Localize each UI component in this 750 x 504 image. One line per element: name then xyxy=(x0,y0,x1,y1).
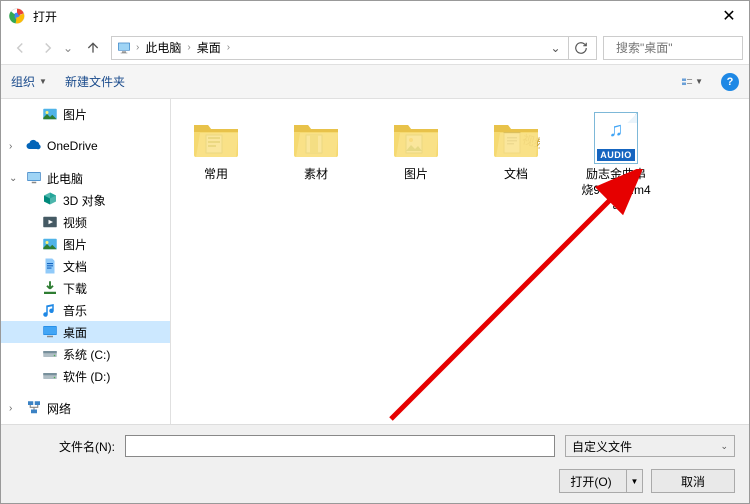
tree-item-label: 网络 xyxy=(47,400,71,417)
tree-item-label: 此电脑 xyxy=(47,170,83,187)
tree-item-label: 3D 对象 xyxy=(63,192,106,209)
tree-item-label: 桌面 xyxy=(63,324,87,341)
file-view[interactable]: 常用 素材 图片 视频 文档 ♫AUDIO 励志金曲串烧90年代.m4a xyxy=(171,99,749,459)
tree-item-pictures[interactable]: 图片 xyxy=(1,233,170,255)
chevron-right-icon: › xyxy=(136,42,139,53)
chrome-icon xyxy=(9,8,25,24)
pc-icon xyxy=(25,169,43,187)
file-label: 常用 xyxy=(204,167,228,183)
toolbar: 组织▼ 新建文件夹 ▼ ? xyxy=(1,65,749,99)
history-dropdown[interactable]: ⌄ xyxy=(63,41,75,55)
drive-icon xyxy=(41,367,59,385)
breadcrumb[interactable]: › 此电脑 › 桌面 › ⌄ xyxy=(111,36,597,60)
docs-icon xyxy=(41,257,59,275)
file-item[interactable]: 素材 xyxy=(281,113,351,183)
tree-item-3d[interactable]: 3D 对象 xyxy=(1,189,170,211)
file-label: 素材 xyxy=(304,167,328,183)
tree-item-label: 下载 xyxy=(63,280,87,297)
up-button[interactable] xyxy=(81,36,105,60)
tree-item-label: 图片 xyxy=(63,106,87,123)
folder-icon xyxy=(391,113,441,163)
file-item[interactable]: 常用 xyxy=(181,113,251,183)
tree-item-label: 软件 (D:) xyxy=(63,368,110,385)
file-filter-select[interactable]: 自定义文件 ⌄ xyxy=(565,435,735,457)
folder-icon xyxy=(191,113,241,163)
file-label: 文档 xyxy=(504,167,528,183)
tree-item-label: 音乐 xyxy=(63,302,87,319)
onedrive-icon xyxy=(25,137,43,155)
tree-item-drive[interactable]: 系统 (C:) xyxy=(1,343,170,365)
chevron-down-icon: ⌄ xyxy=(720,441,728,452)
file-label: 图片 xyxy=(404,167,428,183)
network-icon xyxy=(25,399,43,417)
titlebar: 打开 ✕ xyxy=(1,1,749,31)
window-title: 打开 xyxy=(33,8,709,25)
crumb-desktop[interactable]: 桌面 xyxy=(195,39,223,56)
close-button[interactable]: ✕ xyxy=(709,1,749,31)
search-box[interactable] xyxy=(603,36,743,60)
back-button[interactable] xyxy=(7,35,33,61)
navbar: ⌄ › 此电脑 › 桌面 › ⌄ xyxy=(1,31,749,65)
tree-item-music[interactable]: 音乐 xyxy=(1,299,170,321)
drive-icon xyxy=(41,345,59,363)
tree-item-label: 文档 xyxy=(63,258,87,275)
file-item[interactable]: ♫AUDIO 励志金曲串烧90年代.m4a xyxy=(581,113,651,214)
tree-item-desktop[interactable]: 桌面 xyxy=(1,321,170,343)
crumb-pc[interactable]: 此电脑 xyxy=(143,39,183,56)
new-folder-button[interactable]: 新建文件夹 xyxy=(65,73,125,90)
video-icon xyxy=(41,213,59,231)
forward-button[interactable] xyxy=(35,35,61,61)
filename-input[interactable] xyxy=(125,435,555,457)
file-item[interactable]: 视频 文档 xyxy=(481,113,551,183)
tree-item-pc[interactable]: ⌄ 此电脑 xyxy=(1,167,170,189)
desktop-icon xyxy=(41,323,59,341)
file-label: 励志金曲串烧90年代.m4a xyxy=(581,167,651,214)
pictures-icon xyxy=(41,105,59,123)
tree-item-label: 图片 xyxy=(63,236,87,253)
tree-item-drive[interactable]: 软件 (D:) xyxy=(1,365,170,387)
folder-icon: 视频 xyxy=(491,113,541,163)
tree-item-label: OneDrive xyxy=(47,139,98,153)
tree-item-docs[interactable]: 文档 xyxy=(1,255,170,277)
search-input[interactable] xyxy=(616,41,750,55)
tree-item-pictures[interactable]: 图片 xyxy=(1,103,170,125)
view-options-button[interactable]: ▼ xyxy=(681,71,703,93)
3d-icon xyxy=(41,191,59,209)
tree-item-video[interactable]: 视频 xyxy=(1,211,170,233)
pictures-icon xyxy=(41,235,59,253)
tree-item-onedrive[interactable]: › OneDrive xyxy=(1,135,170,157)
sidebar[interactable]: 图片 › OneDrive ⌄ 此电脑 3D 对象 视频 图片 文档 xyxy=(1,99,171,459)
chevron-right-icon: › xyxy=(187,42,190,53)
open-button[interactable]: 打开(O) ▼ xyxy=(559,469,643,493)
help-button[interactable]: ? xyxy=(721,73,739,91)
tree-item-label: 系统 (C:) xyxy=(63,346,110,363)
tree-item-network[interactable]: › 网络 xyxy=(1,397,170,419)
filename-label: 文件名(N): xyxy=(15,438,115,455)
downloads-icon xyxy=(41,279,59,297)
folder-icon xyxy=(291,113,341,163)
tree-item-downloads[interactable]: 下载 xyxy=(1,277,170,299)
footer: 文件名(N): 自定义文件 ⌄ 打开(O) ▼ 取消 xyxy=(1,424,749,503)
cancel-button[interactable]: 取消 xyxy=(651,469,735,493)
organize-menu[interactable]: 组织▼ xyxy=(11,73,47,90)
music-icon xyxy=(41,301,59,319)
file-item[interactable]: 图片 xyxy=(381,113,451,183)
pc-icon xyxy=(116,40,132,56)
audio-icon: ♫AUDIO xyxy=(591,113,641,163)
tree-item-label: 视频 xyxy=(63,214,87,231)
refresh-button[interactable] xyxy=(568,37,592,59)
breadcrumb-dropdown[interactable]: ⌄ xyxy=(546,37,564,59)
chevron-right-icon: › xyxy=(227,42,230,53)
open-dropdown[interactable]: ▼ xyxy=(626,470,642,492)
